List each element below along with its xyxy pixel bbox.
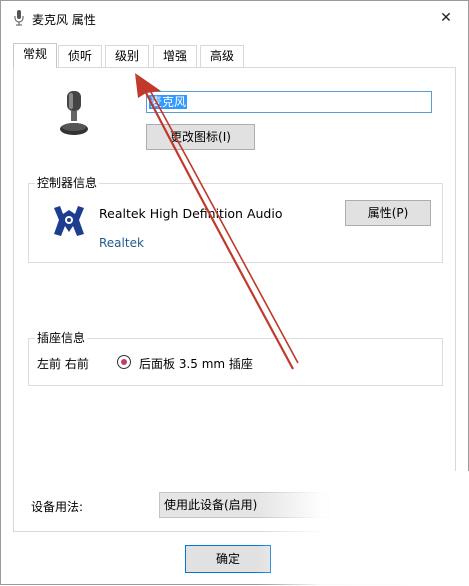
close-icon: ✕ [440, 10, 452, 26]
microphone-icon [14, 10, 24, 26]
device-usage-label: 设备用法: [31, 500, 84, 514]
ok-button[interactable]: 确定 [185, 545, 271, 573]
jack-position: 左前 右前 [37, 357, 89, 371]
jack-description: 后面板 3.5 mm 插座 [139, 357, 253, 371]
controller-name: Realtek High Definition Audio [99, 206, 283, 221]
tab-listen[interactable]: 侦听 [58, 45, 103, 67]
close-button[interactable]: ✕ [434, 7, 458, 29]
device-usage-select[interactable]: 使用此设备(启用) [159, 492, 329, 518]
controller-info-title: 控制器信息 [35, 176, 100, 190]
jack-info-title: 插座信息 [35, 331, 88, 345]
window-title: 麦克风 属性 [32, 13, 96, 27]
change-icon-button[interactable]: 更改图标(I) [146, 124, 255, 150]
device-name-input[interactable]: 麦克风 [146, 91, 432, 113]
controller-properties-button[interactable]: 属性(P) [345, 200, 431, 226]
tab-levels[interactable]: 级别 [105, 45, 150, 67]
tab-general[interactable]: 常规 [13, 43, 58, 68]
microphone-device-icon [60, 91, 88, 135]
tab-advanced[interactable]: 高级 [200, 45, 245, 67]
tab-enhancements[interactable]: 增强 [153, 45, 198, 67]
title-bar: 麦克风 属性 ✕ [1, 1, 468, 35]
device-name-text: 麦克风 [149, 95, 188, 109]
realtek-logo-icon [54, 206, 84, 236]
jack-color-indicator [117, 355, 131, 369]
device-usage-value: 使用此设备(启用) [164, 498, 258, 512]
properties-dialog: 麦克风 属性 ✕ 常规 侦听 级别 增强 高级 麦克风 更改图标(I) 控制器信… [0, 0, 469, 586]
controller-vendor: Realtek [99, 236, 144, 250]
